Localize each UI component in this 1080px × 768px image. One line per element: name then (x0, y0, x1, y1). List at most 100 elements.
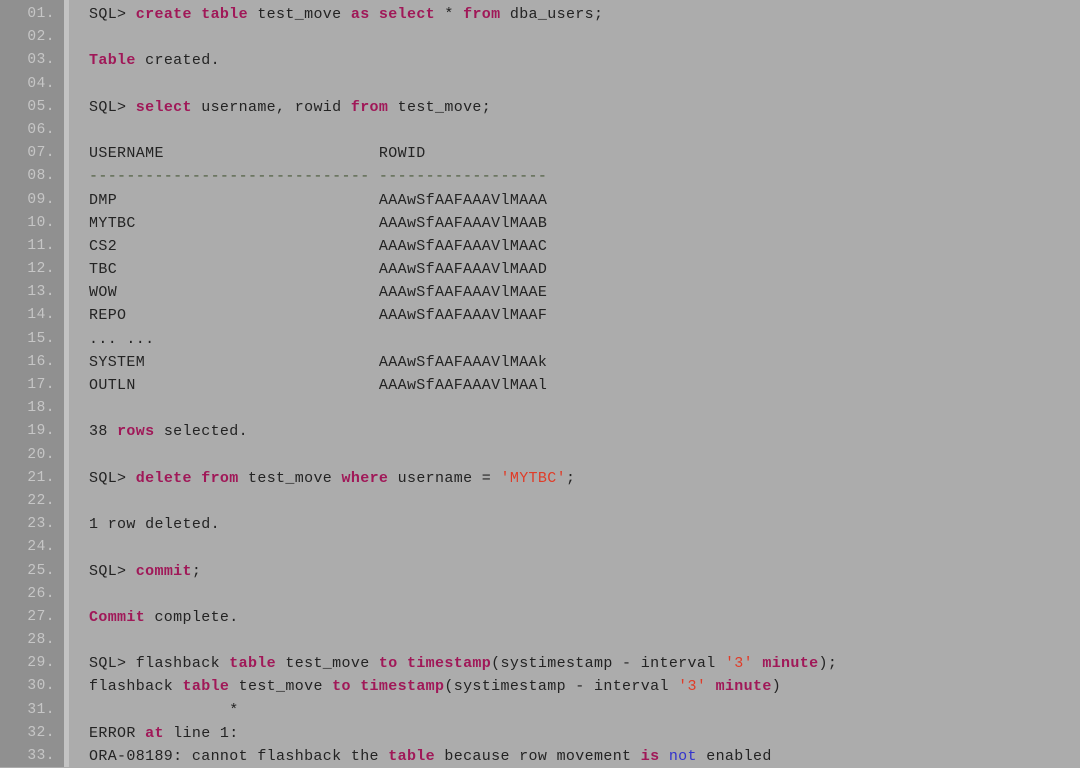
line-number: 04. (27, 75, 55, 92)
code-line[interactable]: 19. 38 rows selected. (0, 420, 1080, 443)
code-line[interactable]: 29. SQL> flashback table test_move to tim… (0, 652, 1080, 675)
code-line[interactable]: 12. TBC AAAwSfAAFAAAVlMAAD (0, 258, 1080, 281)
line-text[interactable]: SYSTEM AAAwSfAAFAAAVlMAAk (64, 351, 547, 374)
line-text[interactable] (64, 536, 98, 559)
line-text[interactable]: ORA-08189: cannot flashback the table be… (64, 745, 772, 768)
token-txt: test_move (276, 655, 379, 673)
code-line[interactable]: 28. (0, 629, 1080, 652)
line-text[interactable]: MYTBC AAAwSfAAFAAAVlMAAB (64, 212, 547, 235)
line-number: 11. (27, 237, 55, 254)
token-str: '3' (678, 678, 707, 696)
line-number: 07. (27, 145, 55, 162)
line-text[interactable]: 38 rows selected. (64, 420, 248, 443)
line-number: 33. (27, 748, 55, 764)
code-lines-container[interactable]: 01. SQL> create table test_move as select… (0, 0, 1080, 768)
code-line[interactable]: 05. SQL> select username, rowid from test… (0, 96, 1080, 119)
line-text[interactable]: flashback table test_move to timestamp(s… (64, 675, 781, 698)
token-txt: selected. (154, 423, 248, 441)
line-text[interactable] (64, 444, 98, 467)
code-line[interactable]: 11. CS2 AAAwSfAAFAAAVlMAAC (0, 235, 1080, 258)
code-line[interactable]: 10. MYTBC AAAwSfAAFAAAVlMAAB (0, 212, 1080, 235)
code-line[interactable]: 01. SQL> create table test_move as select… (0, 3, 1080, 26)
line-number: 21. (27, 469, 55, 486)
code-line[interactable]: 21. SQL> delete from test_move where user… (0, 467, 1080, 490)
line-text[interactable] (64, 490, 98, 513)
line-text[interactable]: ------------------------------ ---------… (64, 165, 547, 188)
line-text[interactable]: SQL> delete from test_move where usernam… (64, 467, 575, 490)
code-line[interactable]: 24. (0, 536, 1080, 559)
code-line[interactable]: 15. ... ... (0, 328, 1080, 351)
token-txt: OUTLN AAAwSfAAFAAAVlMAAl (89, 377, 548, 394)
line-text[interactable]: DMP AAAwSfAAFAAAVlMAAA (64, 189, 547, 212)
code-line[interactable]: 07. USERNAME ROWID (0, 142, 1080, 165)
token-txt: * (89, 701, 239, 719)
token-kw: table (182, 678, 230, 696)
line-text[interactable]: REPO AAAwSfAAFAAAVlMAAF (64, 304, 547, 327)
token-txt: TBC AAAwSfAAFAAAVlMAAD (89, 261, 548, 279)
token-kw: Commit (89, 608, 146, 626)
code-line[interactable]: 20. (0, 444, 1080, 467)
token-txt: DMP AAAwSfAAFAAAVlMAAA (89, 191, 548, 209)
line-text[interactable] (64, 629, 98, 652)
code-line[interactable]: 27. Commit complete. (0, 606, 1080, 629)
code-line[interactable]: 26. (0, 583, 1080, 606)
line-text[interactable]: ... ... (64, 328, 154, 351)
line-text[interactable]: Table created. (64, 49, 220, 72)
token-txt: username, rowid (191, 98, 351, 116)
code-line[interactable]: 32. ERROR at line 1: (0, 722, 1080, 745)
line-text[interactable] (64, 26, 98, 49)
token-kw: commit (135, 562, 192, 580)
code-line[interactable]: 09. DMP AAAwSfAAFAAAVlMAAA (0, 189, 1080, 212)
token-txt: SQL> flashback (89, 655, 230, 673)
token-txt: USERNAME ROWID (89, 145, 426, 163)
code-line[interactable]: 13. WOW AAAwSfAAFAAAVlMAAE (0, 281, 1080, 304)
code-line[interactable]: 22. (0, 490, 1080, 513)
code-line[interactable]: 23. 1 row deleted. (0, 513, 1080, 536)
line-text[interactable]: CS2 AAAwSfAAFAAAVlMAAC (64, 235, 547, 258)
code-line[interactable]: 16. SYSTEM AAAwSfAAFAAAVlMAAk (0, 351, 1080, 374)
token-txt: (systimestamp - interval (444, 678, 679, 696)
token-txt: created. (135, 52, 220, 70)
line-text[interactable]: SQL> flashback table test_move to timest… (64, 652, 837, 675)
token-kw: minute (715, 678, 772, 696)
code-line[interactable]: 06. (0, 119, 1080, 142)
line-text[interactable] (64, 397, 98, 420)
token-txt: SQL> (89, 469, 136, 487)
line-text[interactable] (64, 73, 98, 96)
code-line[interactable]: 17. OUTLN AAAwSfAAFAAAVlMAAl (0, 374, 1080, 397)
line-number: 12. (27, 261, 55, 278)
code-line[interactable]: 03. Table created. (0, 49, 1080, 72)
line-text[interactable]: WOW AAAwSfAAFAAAVlMAAE (64, 281, 547, 304)
code-line[interactable]: 25. SQL> commit; (0, 560, 1080, 583)
line-text[interactable]: SQL> select username, rowid from test_mo… (64, 96, 491, 119)
token-txt: test_move (229, 678, 333, 696)
code-line[interactable]: 31. * (0, 699, 1080, 722)
line-text[interactable] (64, 583, 98, 606)
line-text[interactable] (64, 119, 98, 142)
token-str: 'MYTBC' (500, 469, 566, 487)
line-text[interactable]: * (64, 699, 239, 722)
code-line[interactable]: 14. REPO AAAwSfAAFAAAVlMAAF (0, 304, 1080, 327)
code-line[interactable]: 02. (0, 26, 1080, 49)
token-txt: test_move (247, 6, 351, 23)
token-txt: because row movement (435, 748, 641, 765)
code-line[interactable]: 33. ORA-08189: cannot flashback the table… (0, 745, 1080, 768)
line-text[interactable]: SQL> create table test_move as select * … (64, 3, 603, 26)
line-text[interactable]: SQL> commit; (64, 560, 201, 583)
code-line[interactable]: 08. ------------------------------ ------… (0, 165, 1080, 188)
code-line[interactable]: 30. flashback table test_move to timestam… (0, 675, 1080, 698)
line-text[interactable]: ERROR at line 1: (64, 722, 239, 745)
token-kw: rows (117, 423, 155, 441)
line-text[interactable]: TBC AAAwSfAAFAAAVlMAAD (64, 258, 547, 281)
line-text[interactable]: Commit complete. (64, 606, 239, 629)
token-kw: from (350, 98, 389, 116)
line-text[interactable]: OUTLN AAAwSfAAFAAAVlMAAl (64, 374, 547, 397)
line-number: 09. (27, 191, 55, 208)
code-line[interactable]: 04. (0, 73, 1080, 96)
line-text[interactable]: 1 row deleted. (64, 513, 220, 536)
code-line[interactable]: 18. (0, 397, 1080, 420)
line-text[interactable]: USERNAME ROWID (64, 142, 426, 165)
